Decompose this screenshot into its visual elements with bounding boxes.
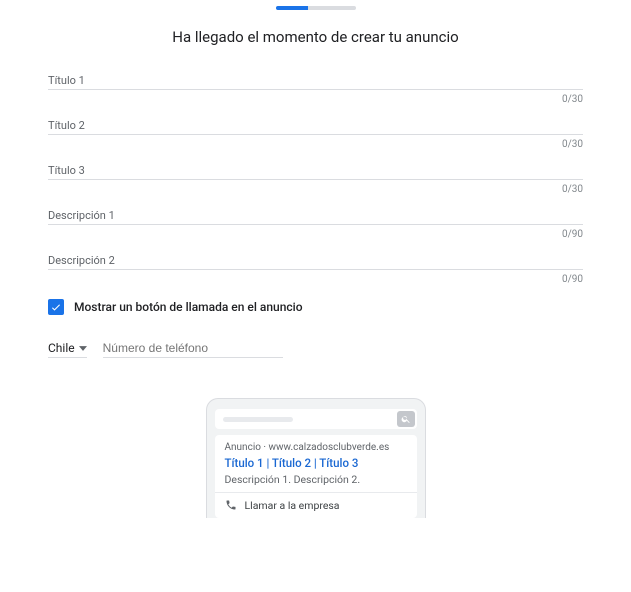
ad-preview: Anuncio · www.calzadosclubverde.es Títul… <box>48 398 583 518</box>
ad-form: Título 1 0/30 Título 2 0/30 Título 3 0/3… <box>0 74 631 518</box>
preview-search-button <box>397 411 415 427</box>
preview-ad-body: Anuncio · www.calzadosclubverde.es Títul… <box>215 435 417 492</box>
title2-field[interactable]: Título 2 <box>48 119 583 135</box>
title2-label: Título 2 <box>48 119 583 133</box>
preview-search-bar <box>215 409 417 429</box>
title3-label: Título 3 <box>48 164 583 178</box>
preview-separator: · <box>261 442 269 453</box>
preview-ad-descriptions: Descripción 1. Descripción 2. <box>225 473 407 486</box>
desc1-underline <box>48 223 583 225</box>
phone-input-wrap <box>103 337 283 358</box>
page-title: Ha llegado el momento de crear tu anunci… <box>0 28 631 46</box>
title1-label: Título 1 <box>48 74 583 88</box>
checkmark-icon <box>50 301 62 313</box>
call-button-option: Mostrar un botón de llamada en el anunci… <box>48 299 583 315</box>
desc2-counter: 0/90 <box>48 274 583 285</box>
title2-counter: 0/30 <box>48 139 583 150</box>
desc2-label: Descripción 2 <box>48 254 583 268</box>
title3-underline <box>48 178 583 180</box>
progress-empty <box>308 6 356 10</box>
title3-counter: 0/30 <box>48 184 583 195</box>
phone-frame: Anuncio · www.calzadosclubverde.es Títul… <box>206 398 426 518</box>
chevron-down-icon <box>79 346 87 351</box>
search-icon <box>401 414 411 424</box>
phone-icon <box>225 499 237 511</box>
desc2-underline <box>48 268 583 270</box>
country-select[interactable]: Chile <box>48 339 87 358</box>
title3-field[interactable]: Título 3 <box>48 164 583 180</box>
desc1-field[interactable]: Descripción 1 <box>48 209 583 225</box>
title2-underline <box>48 133 583 135</box>
title1-underline <box>48 88 583 90</box>
preview-domain: www.calzadosclubverde.es <box>269 442 390 453</box>
title1-counter: 0/30 <box>48 94 583 105</box>
progress-bar <box>276 6 356 10</box>
preview-call-label: Llamar a la empresa <box>245 499 340 512</box>
call-checkbox-label: Mostrar un botón de llamada en el anunci… <box>74 300 303 314</box>
title1-field[interactable]: Título 1 <box>48 74 583 90</box>
desc1-label: Descripción 1 <box>48 209 583 223</box>
preview-ad-card: Anuncio · www.calzadosclubverde.es Títul… <box>215 435 417 518</box>
desc1-counter: 0/90 <box>48 229 583 240</box>
phone-input[interactable] <box>103 339 283 357</box>
search-placeholder-line <box>223 417 293 422</box>
phone-row: Chile <box>48 337 583 358</box>
preview-call-row: Llamar a la empresa <box>215 492 417 518</box>
progress-filled <box>276 6 308 10</box>
preview-ad-titles: Título 1 | Título 2 | Título 3 <box>225 456 407 471</box>
preview-tag-prefix: Anuncio <box>225 442 261 453</box>
call-checkbox[interactable] <box>48 299 64 315</box>
preview-ad-tag: Anuncio · www.calzadosclubverde.es <box>225 442 407 453</box>
country-value: Chile <box>48 341 75 355</box>
desc2-field[interactable]: Descripción 2 <box>48 254 583 270</box>
